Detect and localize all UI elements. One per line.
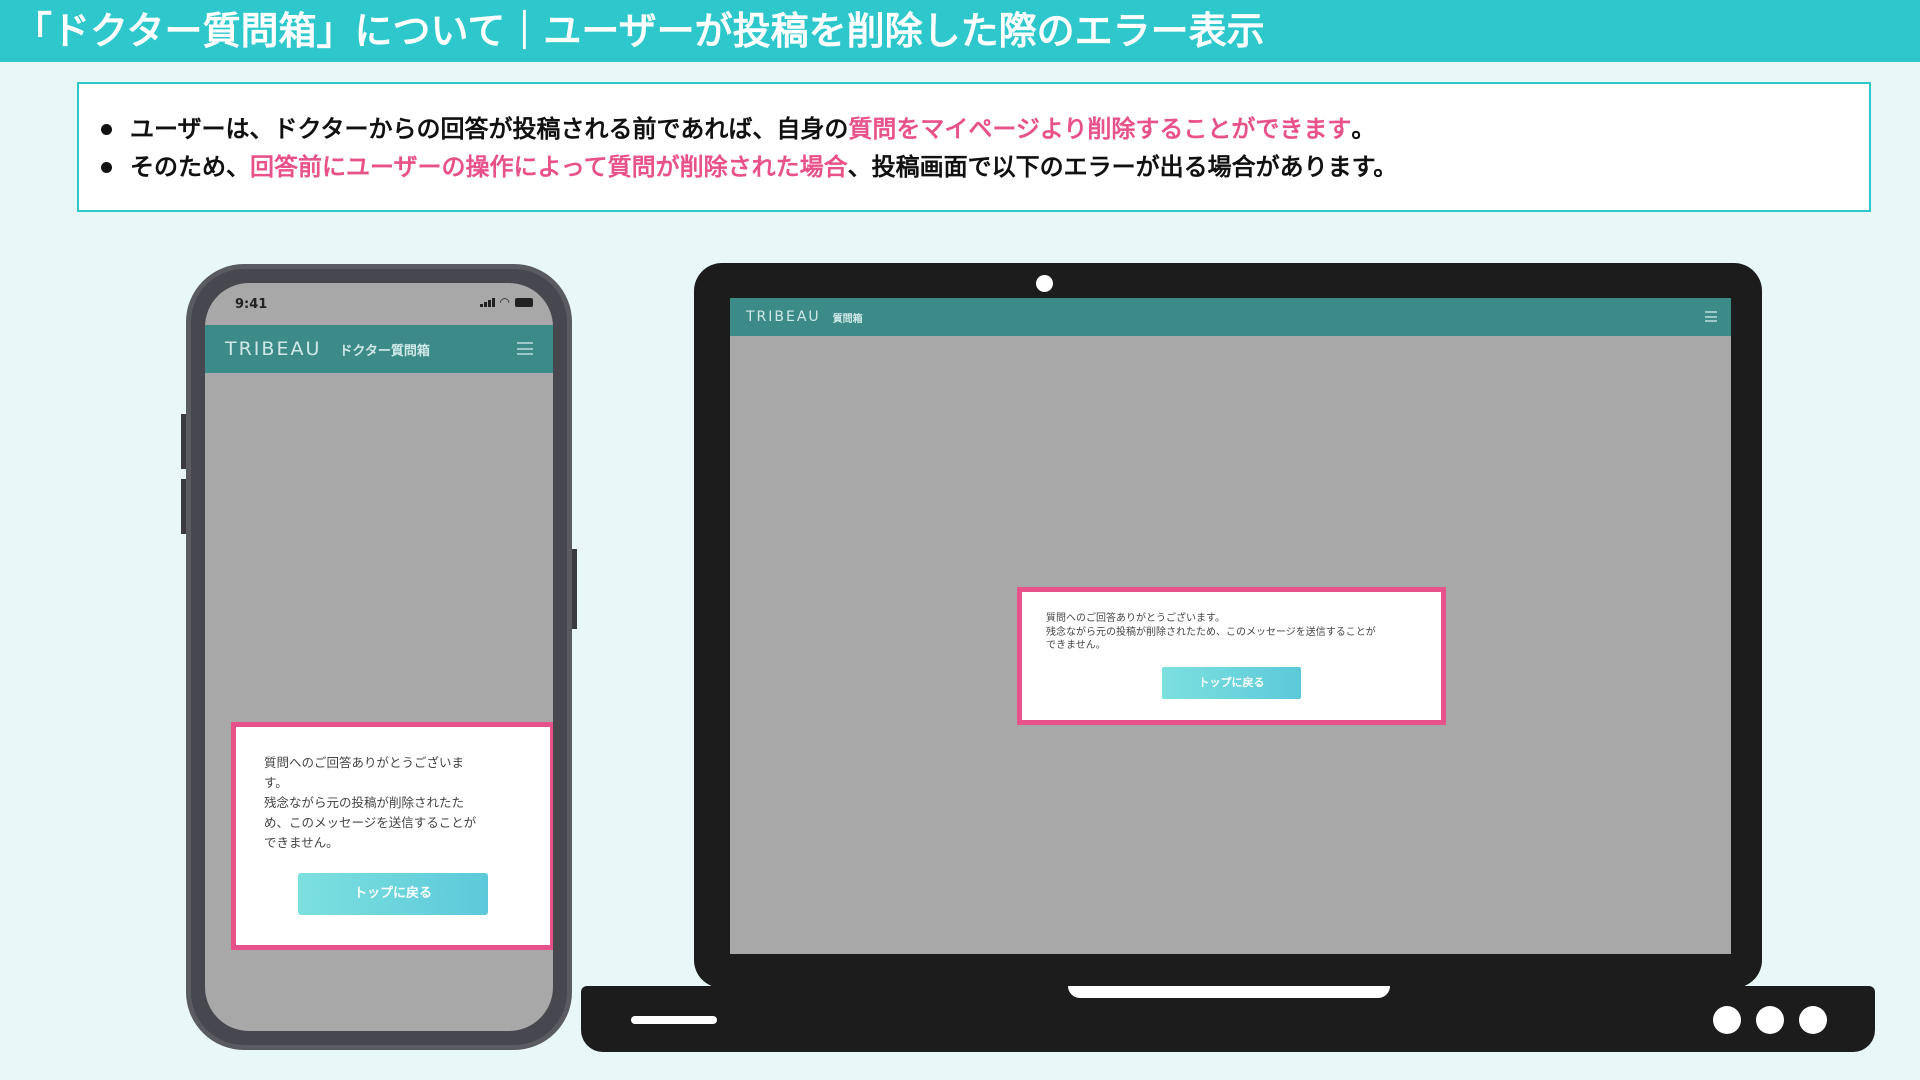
info-item-1: ユーザーは、ドクターからの回答が投稿される前であれば、自身の 質問をマイページより… (101, 110, 1869, 148)
back-to-top-button[interactable]: トップに戻る (1162, 667, 1301, 699)
phone-side-button (181, 414, 186, 469)
bullet-icon (101, 123, 112, 135)
app-logo[interactable]: TRIBEAU (225, 338, 321, 360)
wifi-icon: ◠ (499, 295, 510, 309)
back-to-top-button[interactable]: トップに戻る (298, 873, 488, 915)
phone-side-button (181, 479, 186, 534)
signal-icon (479, 297, 495, 307)
error-dialog: 質問へのご回答ありがとうございま す。 残念ながら元の投稿が削除されたた め、こ… (231, 722, 553, 950)
laptop-base (581, 986, 1875, 1052)
app-header: TRIBEAU 質問箱 (730, 298, 1731, 336)
info-1-suffix: 。 (1351, 115, 1376, 143)
info-2-highlight: 回答前にユーザーの操作によって質問が削除された場合 (250, 153, 848, 181)
error-message: 質問へのご回答ありがとうございま す。 残念ながら元の投稿が削除されたた め、こ… (264, 755, 477, 850)
info-1-highlight: 質問をマイページより削除することができます (848, 115, 1352, 143)
info-item-2: そのため、 回答前にユーザーの操作によって質問が削除された場合 、投稿画面で以下のエ… (101, 148, 1869, 186)
info-box: ユーザーは、ドクターからの回答が投稿される前であれば、自身の 質問をマイページより… (77, 82, 1871, 212)
camera-icon (1036, 275, 1053, 292)
status-icons: ◠ (479, 295, 533, 309)
phone-power-button (572, 549, 577, 629)
error-message: 質問へのご回答ありがとうございます。 残念ながら元の投稿が削除されたため、このメ… (1046, 613, 1376, 651)
info-1-text: ユーザーは、ドクターからの回答が投稿される前であれば、自身の (130, 115, 849, 143)
laptop-slot (631, 1016, 717, 1024)
bullet-icon (101, 161, 112, 173)
hamburger-menu-icon[interactable] (517, 342, 533, 355)
battery-icon (515, 297, 533, 307)
app-title: 質問箱 (832, 313, 863, 325)
info-list: ユーザーは、ドクターからの回答が投稿される前であれば、自身の 質問をマイページより… (101, 110, 1869, 186)
info-2-suffix: 、投稿画面で以下のエラーが出る場合があります。 (847, 153, 1398, 181)
laptop-screen: TRIBEAU 質問箱 質問へのご回答ありがとうございます。 残念ながら元の投稿… (730, 298, 1731, 954)
status-bar: 9:41 ◠ (205, 283, 553, 325)
laptop-notch (1068, 986, 1390, 998)
hamburger-menu-icon[interactable] (1705, 311, 1717, 322)
phone-mockup: 9:41 ◠ TRIBEAU ドクター質問箱 質問へのご回答ありがとうございま … (181, 264, 577, 1050)
phone-screen: 9:41 ◠ TRIBEAU ドクター質問箱 質問へのご回答ありがとうございま … (205, 283, 553, 1031)
app-header: TRIBEAU ドクター質問箱 (205, 325, 553, 373)
laptop-lid: TRIBEAU 質問箱 質問へのご回答ありがとうございます。 残念ながら元の投稿… (694, 263, 1762, 988)
laptop-indicator-lights (1713, 1006, 1827, 1034)
status-time: 9:41 (235, 297, 268, 312)
error-dialog: 質問へのご回答ありがとうございます。 残念ながら元の投稿が削除されたため、このメ… (1017, 587, 1446, 725)
page-title: 「ドクター質問箱」について｜ユーザーが投稿を削除した際のエラー表示 (0, 0, 1920, 62)
info-2-text: そのため、 (130, 153, 250, 181)
app-logo[interactable]: TRIBEAU (746, 309, 821, 325)
app-title: ドクター質問箱 (339, 343, 430, 359)
